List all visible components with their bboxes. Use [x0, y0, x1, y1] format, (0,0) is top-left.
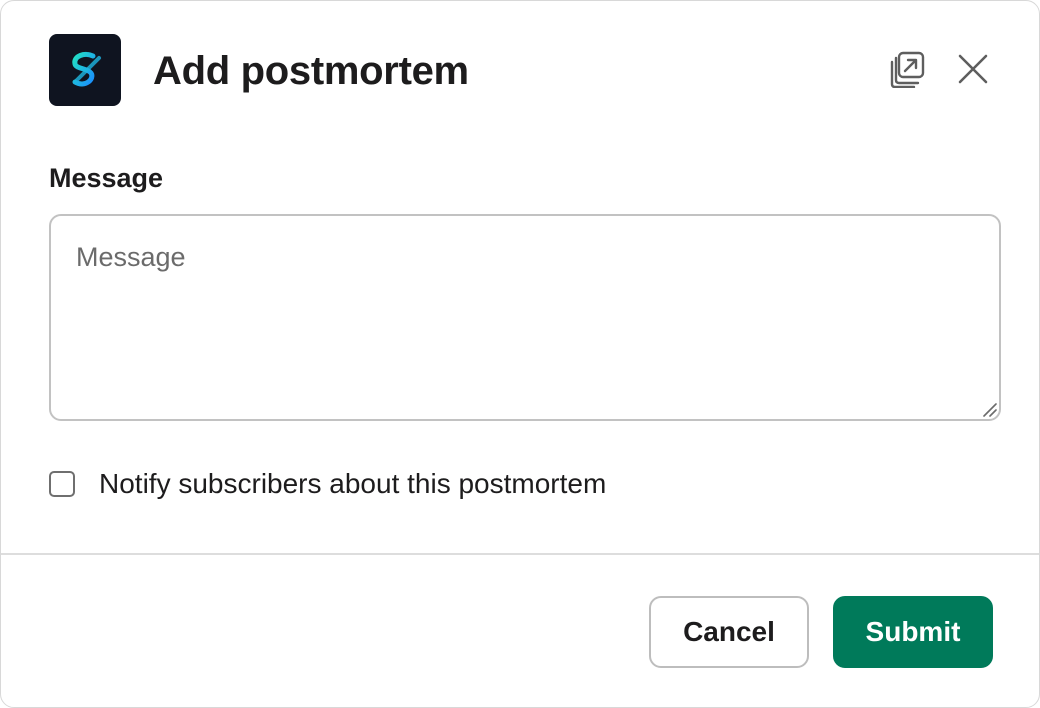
footer-divider: [1, 553, 1039, 555]
message-label: Message: [49, 163, 164, 193]
submit-button[interactable]: Submit: [833, 596, 993, 668]
notify-subscribers-checkbox[interactable]: [49, 471, 75, 497]
notify-subscribers-label[interactable]: Notify subscribers about this postmortem: [99, 466, 606, 502]
popout-button[interactable]: [885, 49, 929, 93]
notify-subscribers-row[interactable]: Notify subscribers about this postmortem: [49, 463, 606, 505]
modal-header: Add postmortem: [1, 1, 1039, 141]
app-logo-icon: [49, 34, 121, 106]
popout-icon: [888, 50, 926, 93]
close-icon: [958, 54, 988, 89]
add-postmortem-modal: Add postmortem Message Message Notify su…: [0, 0, 1040, 708]
close-button[interactable]: [951, 49, 995, 93]
message-textarea[interactable]: [49, 214, 1001, 421]
modal-title: Add postmortem: [153, 49, 469, 93]
resize-handle-icon[interactable]: [981, 401, 997, 417]
cancel-button[interactable]: Cancel: [649, 596, 809, 668]
